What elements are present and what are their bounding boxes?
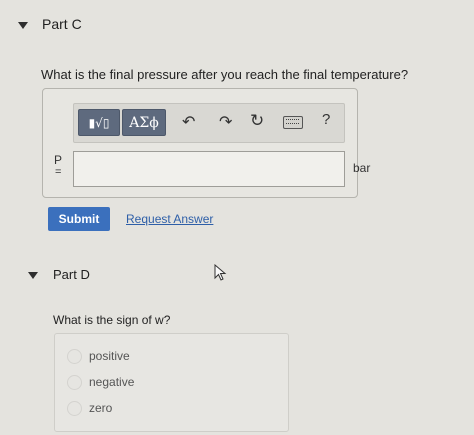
collapse-caret-icon[interactable] xyxy=(28,272,38,279)
choice-label: zero xyxy=(89,401,113,415)
part-c-title[interactable]: Part C xyxy=(42,16,82,32)
templates-button[interactable]: ▮√▯ xyxy=(78,109,120,136)
choice-label: negative xyxy=(89,375,135,389)
greek-symbols-button[interactable]: ΑΣϕ xyxy=(122,109,166,136)
radio-zero[interactable] xyxy=(67,401,82,416)
keyboard-icon[interactable] xyxy=(283,116,303,129)
request-answer-link[interactable]: Request Answer xyxy=(126,212,213,226)
submit-button[interactable]: Submit xyxy=(48,207,110,231)
pressure-input[interactable] xyxy=(73,151,345,187)
redo-icon[interactable]: ↷ xyxy=(219,112,232,131)
templates-icon: ▮√▯ xyxy=(88,115,110,130)
variable-label: P xyxy=(54,153,63,167)
part-d-title[interactable]: Part D xyxy=(53,267,90,282)
equals-sign: = xyxy=(55,166,62,178)
reset-icon[interactable]: ↻ xyxy=(250,111,264,131)
mouse-cursor-icon xyxy=(214,264,227,281)
choice-label: positive xyxy=(89,349,130,363)
help-icon[interactable]: ? xyxy=(322,111,330,128)
part-c-question: What is the final pressure after you rea… xyxy=(41,67,409,82)
unit-label: bar xyxy=(353,161,371,175)
radio-positive[interactable] xyxy=(67,349,82,364)
greek-symbols-label: ΑΣϕ xyxy=(129,114,159,131)
collapse-caret-icon[interactable] xyxy=(18,22,28,29)
undo-icon[interactable]: ↶ xyxy=(182,112,195,131)
part-d-question: What is the sign of w? xyxy=(53,313,171,327)
radio-negative[interactable] xyxy=(67,375,82,390)
